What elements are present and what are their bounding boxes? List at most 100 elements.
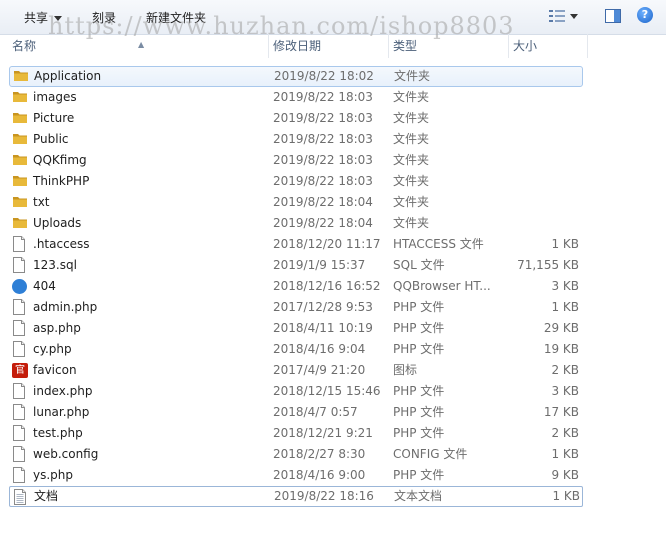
file-type: 图标 bbox=[393, 363, 418, 377]
file-type: 文件夹 bbox=[393, 153, 430, 167]
file-icon bbox=[13, 257, 25, 273]
folder-icon bbox=[13, 197, 27, 207]
file-name: .htaccess bbox=[33, 237, 90, 251]
file-date: 2019/8/22 18:02 bbox=[274, 69, 374, 83]
file-name: test.php bbox=[33, 426, 83, 440]
file-icon bbox=[13, 299, 25, 315]
column-header-row: 名称 ▲ 修改日期 类型 大小 bbox=[0, 34, 666, 58]
text-document-icon bbox=[14, 489, 26, 505]
file-row[interactable]: lunar.php 2018/4/7 0:57 PHP 文件 17 KB bbox=[0, 402, 666, 423]
chevron-down-icon[interactable] bbox=[570, 14, 578, 19]
file-type: 文本文档 bbox=[394, 489, 443, 503]
file-name: 123.sql bbox=[33, 258, 77, 272]
file-size: 71,155 KB bbox=[517, 258, 579, 272]
file-type: 文件夹 bbox=[393, 174, 430, 188]
file-type: 文件夹 bbox=[393, 132, 430, 146]
new-folder-button[interactable]: 新建文件夹 bbox=[146, 9, 206, 27]
file-size: 9 KB bbox=[551, 468, 579, 482]
file-type: HTACCESS 文件 bbox=[393, 237, 484, 251]
file-size: 1 KB bbox=[551, 447, 579, 461]
file-name: 404 bbox=[33, 279, 56, 293]
file-row[interactable]: QQKfimg 2019/8/22 18:03 文件夹 bbox=[0, 150, 666, 171]
help-icon[interactable]: ? bbox=[637, 7, 653, 23]
file-size: 3 KB bbox=[551, 384, 579, 398]
file-date: 2018/2/27 8:30 bbox=[273, 447, 366, 461]
column-header-size[interactable]: 大小 bbox=[508, 34, 588, 58]
file-row[interactable]: Application 2019/8/22 18:02 文件夹 bbox=[9, 66, 583, 87]
file-name: QQKfimg bbox=[33, 153, 87, 167]
file-size: 2 KB bbox=[551, 363, 579, 377]
favicon-icon: 官 bbox=[12, 363, 28, 378]
preview-pane-icon[interactable] bbox=[604, 7, 622, 25]
file-date: 2019/8/22 18:03 bbox=[273, 153, 373, 167]
file-date: 2018/4/16 9:04 bbox=[273, 342, 366, 356]
file-row[interactable]: Uploads 2019/8/22 18:04 文件夹 bbox=[0, 213, 666, 234]
column-header-type[interactable]: 类型 bbox=[388, 34, 507, 58]
column-header-date[interactable]: 修改日期 bbox=[268, 34, 387, 58]
file-type: 文件夹 bbox=[393, 111, 430, 125]
file-row[interactable]: admin.php 2017/12/28 9:53 PHP 文件 1 KB bbox=[0, 297, 666, 318]
file-type: QQBrowser HT... bbox=[393, 279, 491, 293]
file-type: PHP 文件 bbox=[393, 300, 445, 314]
folder-icon bbox=[13, 155, 27, 165]
file-row[interactable]: asp.php 2018/4/11 10:19 PHP 文件 29 KB bbox=[0, 318, 666, 339]
file-size: 1 KB bbox=[552, 489, 580, 503]
file-row[interactable]: ThinkPHP 2019/8/22 18:03 文件夹 bbox=[0, 171, 666, 192]
file-type: PHP 文件 bbox=[393, 468, 445, 482]
file-type: PHP 文件 bbox=[393, 321, 445, 335]
file-row[interactable]: ys.php 2018/4/16 9:00 PHP 文件 9 KB bbox=[0, 465, 666, 486]
file-row[interactable]: 404 2018/12/16 16:52 QQBrowser HT... 3 KB bbox=[0, 276, 666, 297]
file-icon bbox=[13, 341, 25, 357]
burn-button[interactable]: 刻录 bbox=[92, 9, 116, 27]
file-name: Picture bbox=[33, 111, 75, 125]
file-date: 2019/8/22 18:16 bbox=[274, 489, 374, 503]
file-name: lunar.php bbox=[33, 405, 90, 419]
file-size: 1 KB bbox=[551, 300, 579, 314]
file-type: SQL 文件 bbox=[393, 258, 445, 272]
file-row[interactable]: test.php 2018/12/21 9:21 PHP 文件 2 KB bbox=[0, 423, 666, 444]
share-button[interactable]: 共享 bbox=[24, 9, 63, 27]
file-icon bbox=[13, 467, 25, 483]
chevron-down-icon bbox=[54, 16, 63, 21]
file-icon bbox=[13, 236, 25, 252]
file-name: ys.php bbox=[33, 468, 74, 482]
file-type: CONFIG 文件 bbox=[393, 447, 468, 461]
folder-icon bbox=[13, 176, 27, 186]
file-row[interactable]: 官 favicon 2017/4/9 21:20 图标 2 KB bbox=[0, 360, 666, 381]
file-icon bbox=[13, 446, 25, 462]
column-header-name-label: 名称 bbox=[12, 39, 37, 53]
file-row[interactable]: txt 2019/8/22 18:04 文件夹 bbox=[0, 192, 666, 213]
file-date: 2019/8/22 18:03 bbox=[273, 111, 373, 125]
file-name: asp.php bbox=[33, 321, 81, 335]
folder-icon bbox=[13, 218, 27, 228]
file-type: 文件夹 bbox=[393, 216, 430, 230]
file-row[interactable]: .htaccess 2018/12/20 11:17 HTACCESS 文件 1 KB bbox=[0, 234, 666, 255]
file-type: PHP 文件 bbox=[393, 405, 445, 419]
file-date: 2018/12/15 15:46 bbox=[273, 384, 381, 398]
file-row[interactable]: 123.sql 2019/1/9 15:37 SQL 文件 71,155 KB bbox=[0, 255, 666, 276]
file-size: 19 KB bbox=[543, 342, 579, 356]
file-date: 2019/8/22 18:03 bbox=[273, 174, 373, 188]
file-row[interactable]: Picture 2019/8/22 18:03 文件夹 bbox=[0, 108, 666, 129]
file-row[interactable]: web.config 2018/2/27 8:30 CONFIG 文件 1 KB bbox=[0, 444, 666, 465]
folder-icon bbox=[13, 92, 27, 102]
column-header-name[interactable]: 名称 ▲ bbox=[8, 34, 264, 58]
file-icon bbox=[13, 383, 25, 399]
folder-icon bbox=[13, 113, 27, 123]
file-row[interactable]: index.php 2018/12/15 15:46 PHP 文件 3 KB bbox=[0, 381, 666, 402]
file-date: 2017/12/28 9:53 bbox=[273, 300, 373, 314]
view-options-icon[interactable] bbox=[548, 8, 566, 24]
file-date: 2018/4/16 9:00 bbox=[273, 468, 366, 482]
file-size: 17 KB bbox=[543, 405, 579, 419]
file-list: Application 2019/8/22 18:02 文件夹 images 2019/… bbox=[0, 66, 666, 507]
file-row[interactable]: images 2019/8/22 18:03 文件夹 bbox=[0, 87, 666, 108]
file-row[interactable]: cy.php 2018/4/16 9:04 PHP 文件 19 KB bbox=[0, 339, 666, 360]
file-row[interactable]: Public 2019/8/22 18:03 文件夹 bbox=[0, 129, 666, 150]
file-date: 2019/8/22 18:03 bbox=[273, 132, 373, 146]
qqbrowser-icon bbox=[12, 279, 27, 294]
file-name: Uploads bbox=[33, 216, 82, 230]
folder-icon bbox=[14, 71, 28, 81]
file-name: 文档 bbox=[34, 489, 59, 503]
file-type: PHP 文件 bbox=[393, 384, 445, 398]
file-row[interactable]: 文档 2019/8/22 18:16 文本文档 1 KB bbox=[9, 486, 583, 507]
